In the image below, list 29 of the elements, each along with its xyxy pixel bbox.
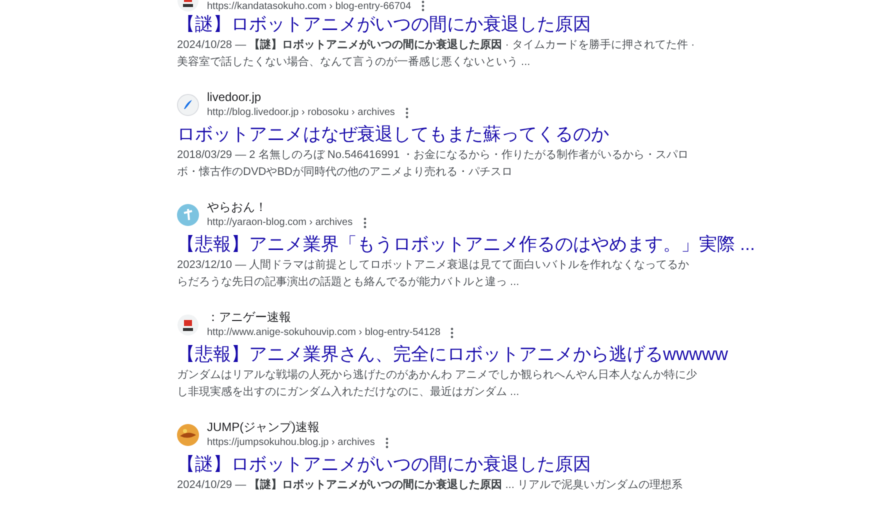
result-title-link[interactable]: 【謎】ロボットアニメがいつの間にか衰退した原因 (177, 454, 591, 474)
site-name: ：アニゲー速報 (207, 310, 292, 325)
site-name: やらおん！ (207, 200, 268, 215)
site-logo-icon (177, 314, 199, 336)
result-url: http://www.anige-sokuhouvip.com › blog-entry-54128 (207, 326, 440, 339)
result-title-link[interactable]: ロボットアニメはなぜ衰退してもまた蘇ってくるのか (177, 124, 609, 144)
result-snippet: ガンダムはリアルな戦場の人死から逃げたのがあかんわ アニメでしか観られへんやん日本人なんか特に少し非現実感を出すのにガンダム入れただけなのに、最近はガンダム ... (177, 368, 698, 400)
site-logo-icon (177, 424, 199, 446)
more-options-icon[interactable] (404, 106, 409, 118)
site-logo-icon (177, 94, 199, 116)
result-url: https://kandatasokuho.com › blog-entry-66704 (207, 0, 412, 12)
more-options-icon[interactable] (384, 436, 389, 448)
result-snippet: 2023/12/10 — 人間ドラマは前提としてロボットアニメ衰退は見てて面白いバトルを作れなくなってるからだろうな先日の記事演出の話題とも絡んでるが能力バトルと違っ ... (177, 258, 690, 290)
result-url: https://jumpsokuhou.blog.jp › archives (207, 436, 375, 449)
result-title-link[interactable]: 【悲報】アニメ業界「もうロボットアニメ作るのはやめます。」実際 ... (177, 234, 756, 254)
result-snippet: 2018/03/29 — 2 名無しのろぼ No.546416991 ・お金になるから・作りたがる制作者がいるから・スパロボ・懐古作のDVDやBDが同時代の他のアニメより売れる・パチスロ (177, 148, 690, 180)
site-logo-icon (177, 0, 199, 12)
result-url: http://blog.livedoor.jp › robosoku › archives (207, 106, 395, 119)
site-logo-icon (177, 204, 199, 226)
result-snippet: 2024/10/28 — 【謎】ロボットアニメがいつの間にか衰退した原因 · タイムカードを勝手に押されてた件 · 美容室で話したくない場合、なんて言うのが一番感じ悪くないという ... (177, 38, 696, 70)
site-name: livedoor.jp (207, 90, 262, 105)
more-options-icon[interactable] (450, 326, 454, 338)
more-options-icon[interactable] (421, 0, 426, 12)
result-snippet: 2024/10/29 — 【謎】ロボットアニメがいつの間にか衰退した原因 ... リアルで泥臭いガンダムの理想系 (177, 478, 684, 493)
result-url: http://yaraon-blog.com › archives (207, 216, 353, 229)
result-title-link[interactable]: 【謎】ロボットアニメがいつの間にか衰退した原因 (177, 14, 591, 34)
site-name: JUMP(ジャンプ)速報 (207, 420, 321, 435)
result-title-link[interactable]: 【悲報】アニメ業界さん、完全にロボットアニメから逃げるwwwww (177, 344, 728, 364)
more-options-icon[interactable] (362, 216, 367, 228)
